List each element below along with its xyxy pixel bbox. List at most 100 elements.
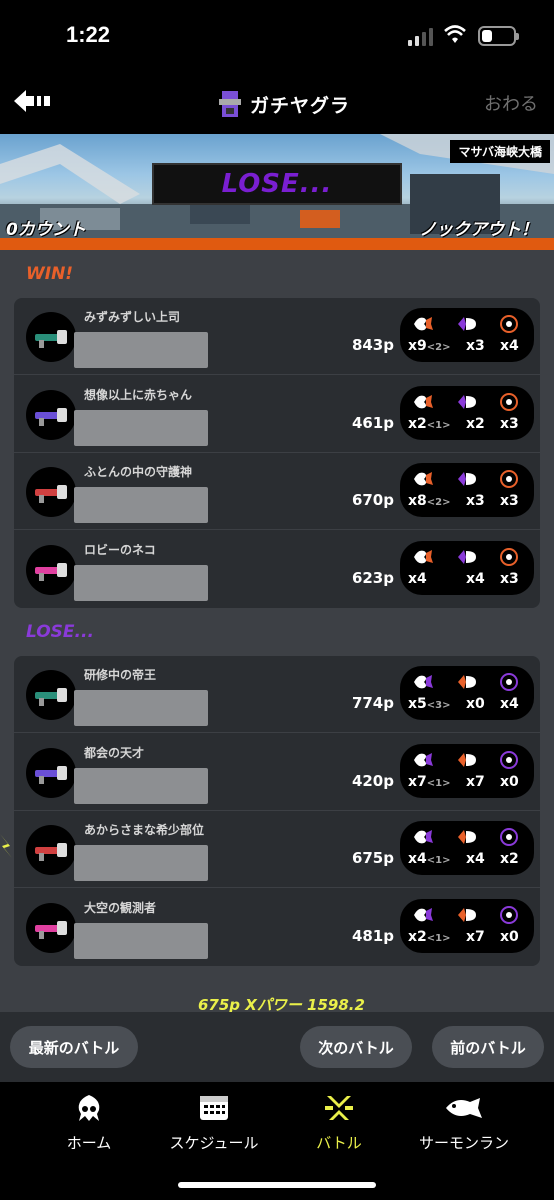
weapon-icon bbox=[26, 902, 76, 953]
assist-count: <2> bbox=[426, 342, 451, 353]
death-count: x3 bbox=[466, 493, 485, 509]
kill-count: x8<2> bbox=[408, 493, 451, 509]
home-indicator bbox=[178, 1182, 376, 1188]
death-icon bbox=[458, 675, 476, 689]
kill-count: x2<1> bbox=[408, 928, 451, 945]
special-icon bbox=[500, 673, 518, 691]
player-points: 774p bbox=[351, 694, 394, 712]
stats-pill: x9<2> x3 x4 bbox=[400, 308, 534, 362]
player-points: 670p bbox=[351, 491, 394, 509]
prev-battle-button[interactable]: 前のバトル bbox=[432, 1026, 544, 1068]
stats-pill: x5<3> x0 x4 bbox=[400, 666, 534, 720]
player-name: 研修中の帝王 bbox=[84, 668, 157, 682]
special-count: x4 bbox=[500, 338, 519, 354]
weapon-icon bbox=[26, 312, 76, 362]
battle-icon bbox=[325, 1096, 353, 1120]
kill-count: x9<2> bbox=[408, 338, 451, 354]
player-name: みずみずしい上司 bbox=[84, 310, 181, 324]
player-points: 675p bbox=[351, 849, 394, 867]
kill-icon bbox=[414, 394, 433, 408]
kill-icon bbox=[414, 907, 433, 921]
player-points: 481p bbox=[351, 926, 394, 945]
kill-count: x4<1> bbox=[408, 851, 451, 867]
player-row[interactable]: あからさまな希少部位 675p x4<1> x4 x2 bbox=[14, 811, 540, 888]
special-count: x3 bbox=[500, 493, 519, 509]
special-icon bbox=[500, 470, 518, 488]
kill-count: x7<1> bbox=[408, 773, 451, 790]
kill-icon bbox=[414, 675, 433, 689]
tab-schedule[interactable]: スケジュール bbox=[158, 1094, 270, 1154]
assist-count: <2> bbox=[426, 497, 451, 508]
weapon-icon bbox=[26, 825, 76, 875]
player-points: 843p bbox=[351, 336, 394, 354]
death-count: x0 bbox=[466, 696, 485, 712]
player-name: 大空の観測者 bbox=[84, 900, 157, 915]
special-icon bbox=[500, 315, 518, 333]
death-count: x3 bbox=[466, 338, 485, 354]
death-icon bbox=[458, 549, 476, 564]
player-points: 420p bbox=[351, 771, 394, 790]
back-arrow-icon[interactable] bbox=[12, 88, 52, 114]
tab-home[interactable]: ホーム bbox=[34, 1094, 144, 1154]
player-row[interactable]: 研修中の帝王 774p x5<3> x0 x4 bbox=[14, 656, 540, 733]
tab-label: バトル bbox=[316, 1134, 362, 1152]
player-name: あからさまな希少部位 bbox=[84, 823, 205, 837]
tab-label: ホーム bbox=[66, 1134, 112, 1152]
battery-icon bbox=[478, 26, 519, 46]
player-row[interactable]: 都会の天才 420p x7<1> x7 x0 bbox=[14, 734, 540, 811]
assist-count: <1> bbox=[426, 932, 451, 944]
tab-battle[interactable]: バトル bbox=[284, 1094, 394, 1154]
death-icon bbox=[458, 752, 476, 767]
weapon-icon bbox=[26, 747, 76, 798]
player-row[interactable]: 大空の観測者 481p x2<1> x7 x0 bbox=[14, 889, 540, 966]
kill-count: x4 bbox=[408, 570, 427, 587]
wifi-icon bbox=[444, 25, 466, 43]
self-marker-icon bbox=[0, 834, 12, 858]
stats-pill: x7<1> x7 x0 bbox=[400, 743, 534, 798]
special-count: x0 bbox=[500, 773, 519, 790]
kill-icon bbox=[414, 549, 433, 563]
player-row[interactable]: 想像以上に赤ちゃん 461p x2<1> x2 x3 bbox=[14, 376, 540, 453]
player-row[interactable]: みずみずしい上司 843p x9<2> x3 x4 bbox=[14, 298, 540, 375]
player-row[interactable]: ふとんの中の守護神 670p x8<2> x3 x3 bbox=[14, 453, 540, 530]
player-name: 想像以上に赤ちゃん bbox=[84, 387, 193, 402]
redacted-name bbox=[74, 564, 208, 601]
weapon-icon bbox=[26, 670, 76, 720]
player-name: ふとんの中の守護神 bbox=[84, 465, 193, 479]
status-bar: 1:22 bbox=[0, 0, 554, 76]
special-icon bbox=[500, 905, 518, 924]
redacted-name bbox=[74, 767, 208, 804]
salmon-icon bbox=[446, 1098, 482, 1118]
death-icon bbox=[458, 472, 476, 486]
tab-salmon-run[interactable]: サーモンラン bbox=[408, 1094, 520, 1154]
death-icon bbox=[458, 317, 476, 331]
redacted-name bbox=[74, 487, 208, 523]
assist-count: <3> bbox=[426, 700, 451, 711]
left-count: 0カウント bbox=[6, 220, 86, 240]
stats-pill: x4<1> x4 x2 bbox=[400, 821, 534, 875]
next-battle-button[interactable]: 次のバトル bbox=[300, 1026, 412, 1068]
special-icon bbox=[500, 750, 518, 769]
lose-team-card: 研修中の帝王 774p x5<3> x0 x4 都会の天才 420p x7<1> x7 x0 あから… bbox=[14, 656, 540, 966]
redacted-name bbox=[74, 332, 208, 368]
death-count: x7 bbox=[466, 773, 485, 790]
death-count: x2 bbox=[466, 415, 485, 432]
latest-battle-button[interactable]: 最新のバトル bbox=[10, 1026, 138, 1068]
weapon-icon bbox=[26, 544, 76, 595]
player-points: 461p bbox=[351, 413, 394, 432]
player-name: 都会の天才 bbox=[84, 745, 145, 760]
close-button[interactable]: おわる bbox=[484, 90, 538, 116]
win-label: WIN! bbox=[26, 264, 74, 284]
redacted-name bbox=[74, 922, 208, 959]
special-count: x4 bbox=[500, 696, 519, 712]
player-row[interactable]: ロビーのネコ 623p x4 x4 x3 bbox=[14, 531, 540, 608]
kill-count: x2<1> bbox=[408, 415, 451, 432]
special-icon bbox=[500, 547, 518, 566]
kill-count: x5<3> bbox=[408, 696, 451, 712]
kill-icon bbox=[414, 317, 433, 331]
kill-icon bbox=[414, 472, 433, 486]
weapon-icon bbox=[26, 467, 76, 517]
right-count: ノックアウト！ bbox=[419, 220, 538, 240]
status-time: 1:22 bbox=[66, 22, 111, 47]
special-count: x3 bbox=[500, 415, 519, 432]
